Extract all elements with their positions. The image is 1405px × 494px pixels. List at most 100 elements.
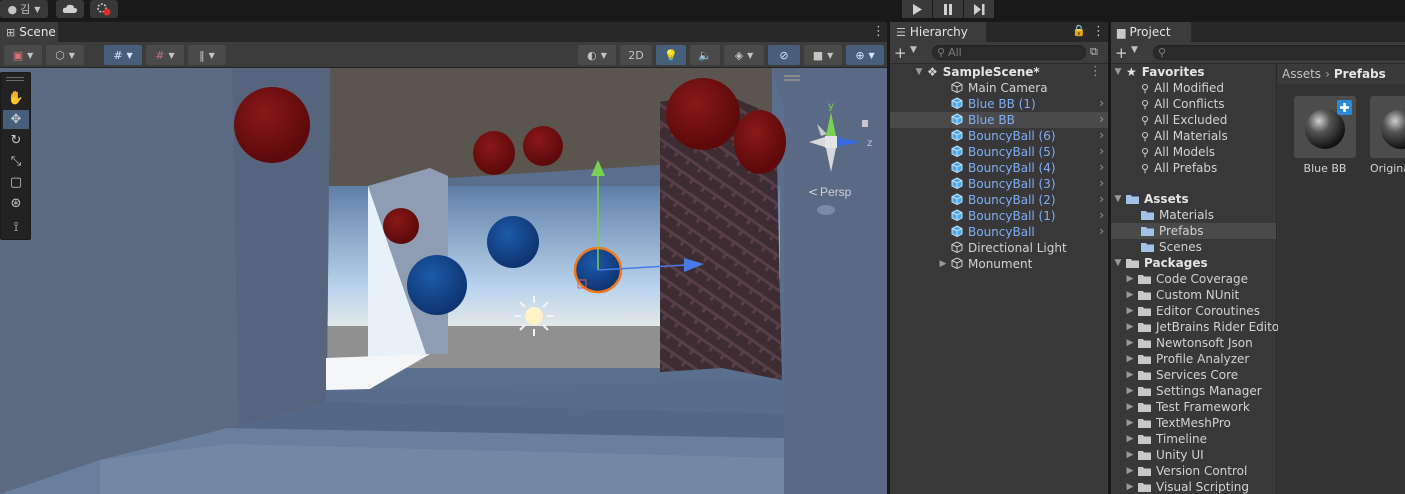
account-button[interactable]: ● 김 ▼ bbox=[0, 0, 48, 18]
tree-package-item[interactable]: ▶ Test Framework bbox=[1111, 399, 1276, 415]
rect-tool-button[interactable]: ▢ bbox=[3, 173, 29, 192]
foldout-closed-icon[interactable]: ▶ bbox=[1125, 466, 1135, 476]
effects-dropdown[interactable]: ◈ ▼ bbox=[724, 45, 764, 65]
tree-folder-item[interactable]: Materials bbox=[1111, 207, 1276, 223]
tab-hierarchy[interactable]: ☰ Hierarchy bbox=[890, 22, 986, 42]
render-mode-dropdown[interactable]: ⬡ ▼ bbox=[46, 45, 84, 65]
pause-button[interactable] bbox=[933, 0, 963, 18]
asset-tile[interactable]: Origina bbox=[1370, 96, 1405, 175]
foldout-open-icon[interactable]: ▼ bbox=[1113, 194, 1123, 204]
lock-icon[interactable]: 🔒 bbox=[1072, 24, 1086, 37]
chevron-right-icon[interactable]: › bbox=[1099, 208, 1104, 222]
hierarchy-item[interactable]: ▼ ❖ SampleScene* ⋮ bbox=[890, 64, 1108, 80]
hierarchy-item[interactable]: BouncyBall (1) › bbox=[890, 208, 1108, 224]
hierarchy-search-input[interactable]: ⚲ All bbox=[932, 45, 1086, 60]
scale-tool-button[interactable]: ⤡ bbox=[3, 152, 29, 171]
chevron-down-icon[interactable]: ▼ bbox=[910, 45, 917, 55]
increment-snap-button[interactable]: ‖ ▼ bbox=[188, 45, 226, 65]
chevron-right-icon[interactable]: › bbox=[1099, 160, 1104, 174]
hierarchy-item[interactable]: BouncyBall (6) › bbox=[890, 128, 1108, 144]
tree-package-item[interactable]: ▶ Profile Analyzer bbox=[1111, 351, 1276, 367]
transform-tool-button[interactable]: ⊛ bbox=[3, 194, 29, 213]
foldout-open-icon[interactable]: ▼ bbox=[1113, 67, 1123, 77]
hierarchy-item[interactable]: BouncyBall (2) › bbox=[890, 192, 1108, 208]
hierarchy-item[interactable]: Main Camera bbox=[890, 80, 1108, 96]
rotate-tool-button[interactable]: ↻ bbox=[3, 131, 29, 150]
tree-package-item[interactable]: ▶ Settings Manager bbox=[1111, 383, 1276, 399]
chevron-right-icon[interactable]: › bbox=[1099, 144, 1104, 158]
foldout-closed-icon[interactable]: ▶ bbox=[1125, 338, 1135, 348]
tree-section-favorites[interactable]: ▼ ★ Favorites bbox=[1111, 64, 1276, 80]
move-tool-button[interactable]: ✥ bbox=[3, 110, 29, 129]
hierarchy-item[interactable]: ▶ Monument bbox=[890, 256, 1108, 272]
foldout-closed-icon[interactable]: ▶ bbox=[1125, 306, 1135, 316]
cloud-button[interactable] bbox=[56, 0, 84, 18]
asset-tile[interactable]: Blue BB bbox=[1294, 96, 1356, 175]
foldout-closed-icon[interactable]: ▶ bbox=[1125, 434, 1135, 444]
grid-toggle-button[interactable]: # ▼ bbox=[104, 45, 142, 65]
tree-package-item[interactable]: ▶ Custom NUnit bbox=[1111, 287, 1276, 303]
snap-settings-button[interactable]: # ▼ bbox=[146, 45, 184, 65]
mode-2d-button[interactable]: 2D bbox=[620, 45, 652, 65]
chevron-right-icon[interactable]: › bbox=[1099, 224, 1104, 238]
audio-toggle-button[interactable]: 🔈 bbox=[690, 45, 720, 65]
foldout-closed-icon[interactable]: ▶ bbox=[1125, 386, 1135, 396]
tree-package-item[interactable]: ▶ Unity UI bbox=[1111, 447, 1276, 463]
tree-package-item[interactable]: ▶ JetBrains Rider Editor bbox=[1111, 319, 1285, 335]
chevron-right-icon[interactable]: › bbox=[1099, 128, 1104, 142]
tab-scene[interactable]: ⊞ Scene bbox=[0, 22, 58, 42]
lighting-toggle-button[interactable]: 💡 bbox=[656, 45, 686, 65]
scene-viewport[interactable]: y z Persp < bbox=[0, 68, 887, 494]
custom-tool-button[interactable]: ⟟ bbox=[3, 218, 29, 237]
tree-section-packages[interactable]: ▼ Packages bbox=[1111, 255, 1276, 271]
hierarchy-item[interactable]: Blue BB (1) › bbox=[890, 96, 1108, 112]
view-tool-button[interactable]: ✋ bbox=[3, 89, 29, 108]
chevron-down-icon[interactable]: ▼ bbox=[1131, 45, 1138, 55]
chevron-right-icon[interactable]: › bbox=[1099, 176, 1104, 190]
hierarchy-item[interactable]: BouncyBall › bbox=[890, 224, 1108, 240]
foldout-closed-icon[interactable]: ▶ bbox=[1125, 482, 1135, 492]
tree-favorite-item[interactable]: ⚲ All Conflicts bbox=[1111, 96, 1276, 112]
foldout-closed-icon[interactable]: ▶ bbox=[1125, 290, 1135, 300]
foldout-closed-icon[interactable]: ▶ bbox=[938, 259, 948, 269]
hierarchy-menu-icon[interactable]: ⋮ bbox=[1092, 24, 1105, 39]
foldout-closed-icon[interactable]: ▶ bbox=[1125, 322, 1135, 332]
tree-package-item[interactable]: ▶ Services Core bbox=[1111, 367, 1276, 383]
foldout-closed-icon[interactable]: ▶ bbox=[1125, 402, 1135, 412]
hierarchy-item[interactable]: Blue BB › bbox=[890, 112, 1108, 128]
shading-dropdown[interactable]: ◐ ▼ bbox=[578, 45, 616, 65]
hierarchy-item[interactable]: BouncyBall (4) › bbox=[890, 160, 1108, 176]
scene-menu-icon[interactable]: ⋮ bbox=[872, 24, 885, 39]
foldout-closed-icon[interactable]: ▶ bbox=[1125, 450, 1135, 460]
tree-folder-item[interactable]: Prefabs bbox=[1111, 223, 1276, 239]
tree-favorite-item[interactable]: ⚲ All Models bbox=[1111, 144, 1276, 160]
tab-project[interactable]: ▆ Project bbox=[1111, 22, 1191, 42]
tree-favorite-item[interactable]: ⚲ All Prefabs bbox=[1111, 160, 1276, 176]
step-button[interactable] bbox=[964, 0, 994, 18]
add-button[interactable]: + bbox=[1115, 44, 1128, 62]
hierarchy-item[interactable]: Directional Light bbox=[890, 240, 1108, 256]
tree-package-item[interactable]: ▶ Code Coverage bbox=[1111, 271, 1276, 287]
chevron-right-icon[interactable]: › bbox=[1099, 112, 1104, 126]
tree-favorite-item[interactable]: ⚲ All Modified bbox=[1111, 80, 1276, 96]
scene-menu-icon[interactable]: ⋮ bbox=[1089, 64, 1102, 79]
draw-mode-dropdown[interactable]: ▣ ▼ bbox=[4, 45, 42, 65]
breadcrumb-root[interactable]: Assets bbox=[1282, 67, 1321, 81]
foldout-closed-icon[interactable]: ▶ bbox=[1125, 354, 1135, 364]
hidden-objects-toggle[interactable]: ⊘ bbox=[768, 45, 800, 65]
add-button[interactable]: + bbox=[894, 44, 907, 62]
hierarchy-item[interactable]: BouncyBall (5) › bbox=[890, 144, 1108, 160]
tree-package-item[interactable]: ▶ TextMeshPro bbox=[1111, 415, 1276, 431]
foldout-closed-icon[interactable]: ▶ bbox=[1125, 370, 1135, 380]
gizmos-dropdown[interactable]: ⊕ ▼ bbox=[846, 45, 884, 65]
foldout-open-icon[interactable]: ▼ bbox=[914, 67, 924, 77]
tree-package-item[interactable]: ▶ Timeline bbox=[1111, 431, 1276, 447]
collab-button[interactable] bbox=[90, 0, 118, 18]
tree-package-item[interactable]: ▶ Editor Coroutines bbox=[1111, 303, 1276, 319]
scene-visibility-icon[interactable]: ⧉ bbox=[1090, 45, 1098, 59]
tree-favorite-item[interactable]: ⚲ All Materials bbox=[1111, 128, 1276, 144]
camera-settings-dropdown[interactable]: ■ ▼ bbox=[804, 45, 842, 65]
tree-section-assets[interactable]: ▼ Assets bbox=[1111, 191, 1276, 207]
tree-package-item[interactable]: ▶ Newtonsoft Json bbox=[1111, 335, 1276, 351]
foldout-closed-icon[interactable]: ▶ bbox=[1125, 418, 1135, 428]
